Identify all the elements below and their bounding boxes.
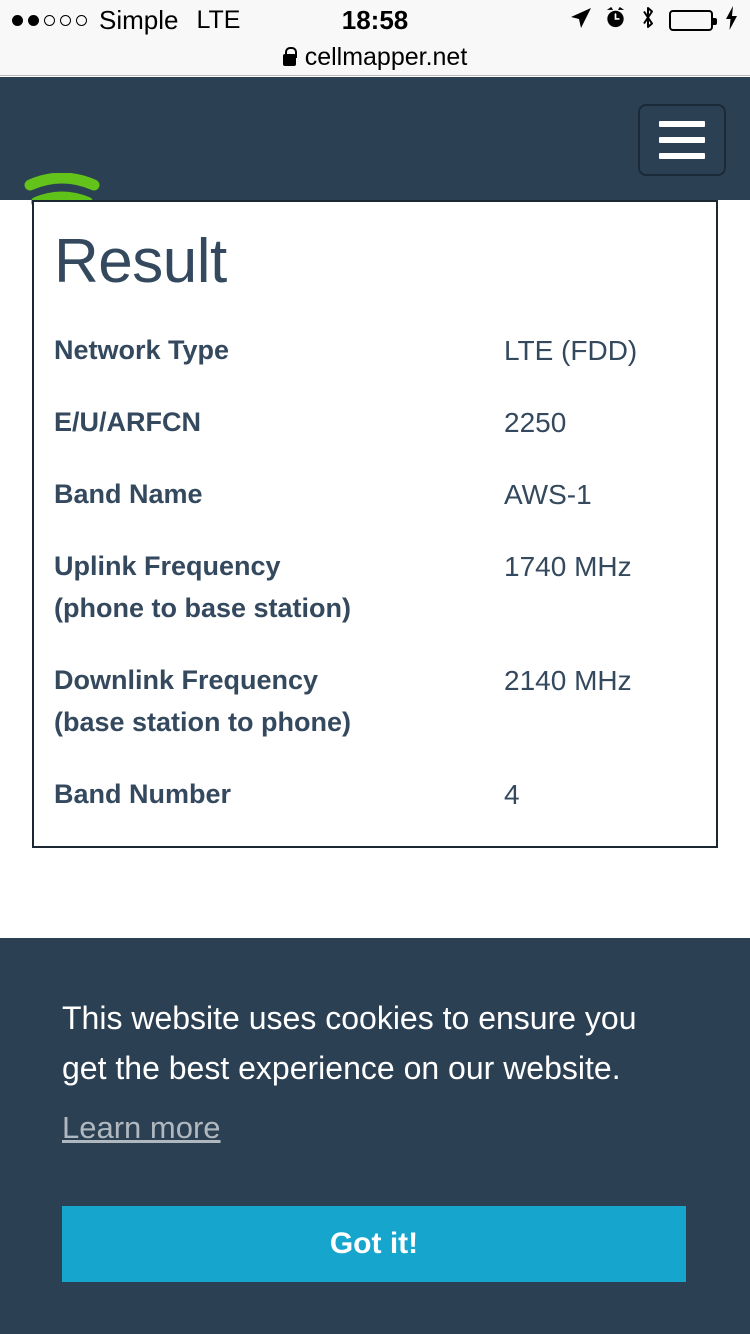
- site-navbar: [0, 77, 750, 200]
- row-label: E/U/ARFCN: [54, 402, 504, 444]
- battery-icon: [669, 10, 713, 31]
- row-value: 4: [504, 774, 696, 816]
- location-arrow-icon: [569, 6, 593, 35]
- ios-status-bar: Simple LTE 18:58: [0, 0, 750, 40]
- row-label: Band Name: [54, 474, 504, 516]
- menu-bar-3: [659, 153, 705, 159]
- alarm-clock-icon: [604, 6, 627, 34]
- hamburger-menu-icon[interactable]: [638, 104, 726, 176]
- learn-more-link[interactable]: Learn more: [62, 1110, 221, 1146]
- table-row: E/U/ARFCN 2250: [54, 402, 696, 444]
- row-value: 2250: [504, 402, 696, 444]
- table-row: Network Type LTE (FDD): [54, 330, 696, 372]
- app-root: Simple LTE 18:58: [0, 0, 750, 1334]
- row-label-text: Band Name: [54, 479, 203, 509]
- table-row: Uplink Frequency (phone to base station)…: [54, 546, 696, 630]
- row-value: AWS-1: [504, 474, 696, 516]
- menu-bar-2: [659, 137, 705, 143]
- browser-url-bar[interactable]: cellmapper.net: [0, 40, 750, 76]
- row-label-sub: (base station to phone): [54, 702, 504, 744]
- cookie-consent-banner: This website uses cookies to ensure you …: [0, 938, 750, 1334]
- charging-bolt-icon: [724, 6, 740, 35]
- table-row: Downlink Frequency (base station to phon…: [54, 660, 696, 744]
- status-bar-right: [569, 0, 740, 40]
- row-label: Band Number: [54, 774, 504, 816]
- row-value: 1740 MHz: [504, 546, 696, 588]
- menu-bar-1: [659, 121, 705, 127]
- row-label-sub: (phone to base station): [54, 588, 504, 630]
- table-row: Band Name AWS-1: [54, 474, 696, 516]
- row-label-text: Uplink Frequency: [54, 551, 281, 581]
- row-label: Downlink Frequency (base station to phon…: [54, 660, 504, 744]
- accept-cookies-button[interactable]: Got it!: [62, 1206, 686, 1282]
- table-row: Band Number 4: [54, 774, 696, 816]
- result-rows: Network Type LTE (FDD) E/U/ARFCN 2250 Ba…: [54, 330, 696, 815]
- row-label-text: Network Type: [54, 335, 229, 365]
- cookie-message: This website uses cookies to ensure you …: [62, 994, 688, 1094]
- row-value: LTE (FDD): [504, 330, 696, 372]
- row-label-text: Downlink Frequency: [54, 665, 318, 695]
- row-label: Network Type: [54, 330, 504, 372]
- result-card: Result Network Type LTE (FDD) E/U/ARFCN …: [32, 200, 718, 848]
- lock-icon: [283, 54, 296, 66]
- row-value: 2140 MHz: [504, 660, 696, 702]
- row-label-text: E/U/ARFCN: [54, 407, 201, 437]
- page-title: Result: [54, 228, 696, 296]
- url-text: cellmapper.net: [305, 43, 468, 72]
- bluetooth-icon: [638, 5, 658, 36]
- row-label-text: Band Number: [54, 779, 231, 809]
- row-label: Uplink Frequency (phone to base station): [54, 546, 504, 630]
